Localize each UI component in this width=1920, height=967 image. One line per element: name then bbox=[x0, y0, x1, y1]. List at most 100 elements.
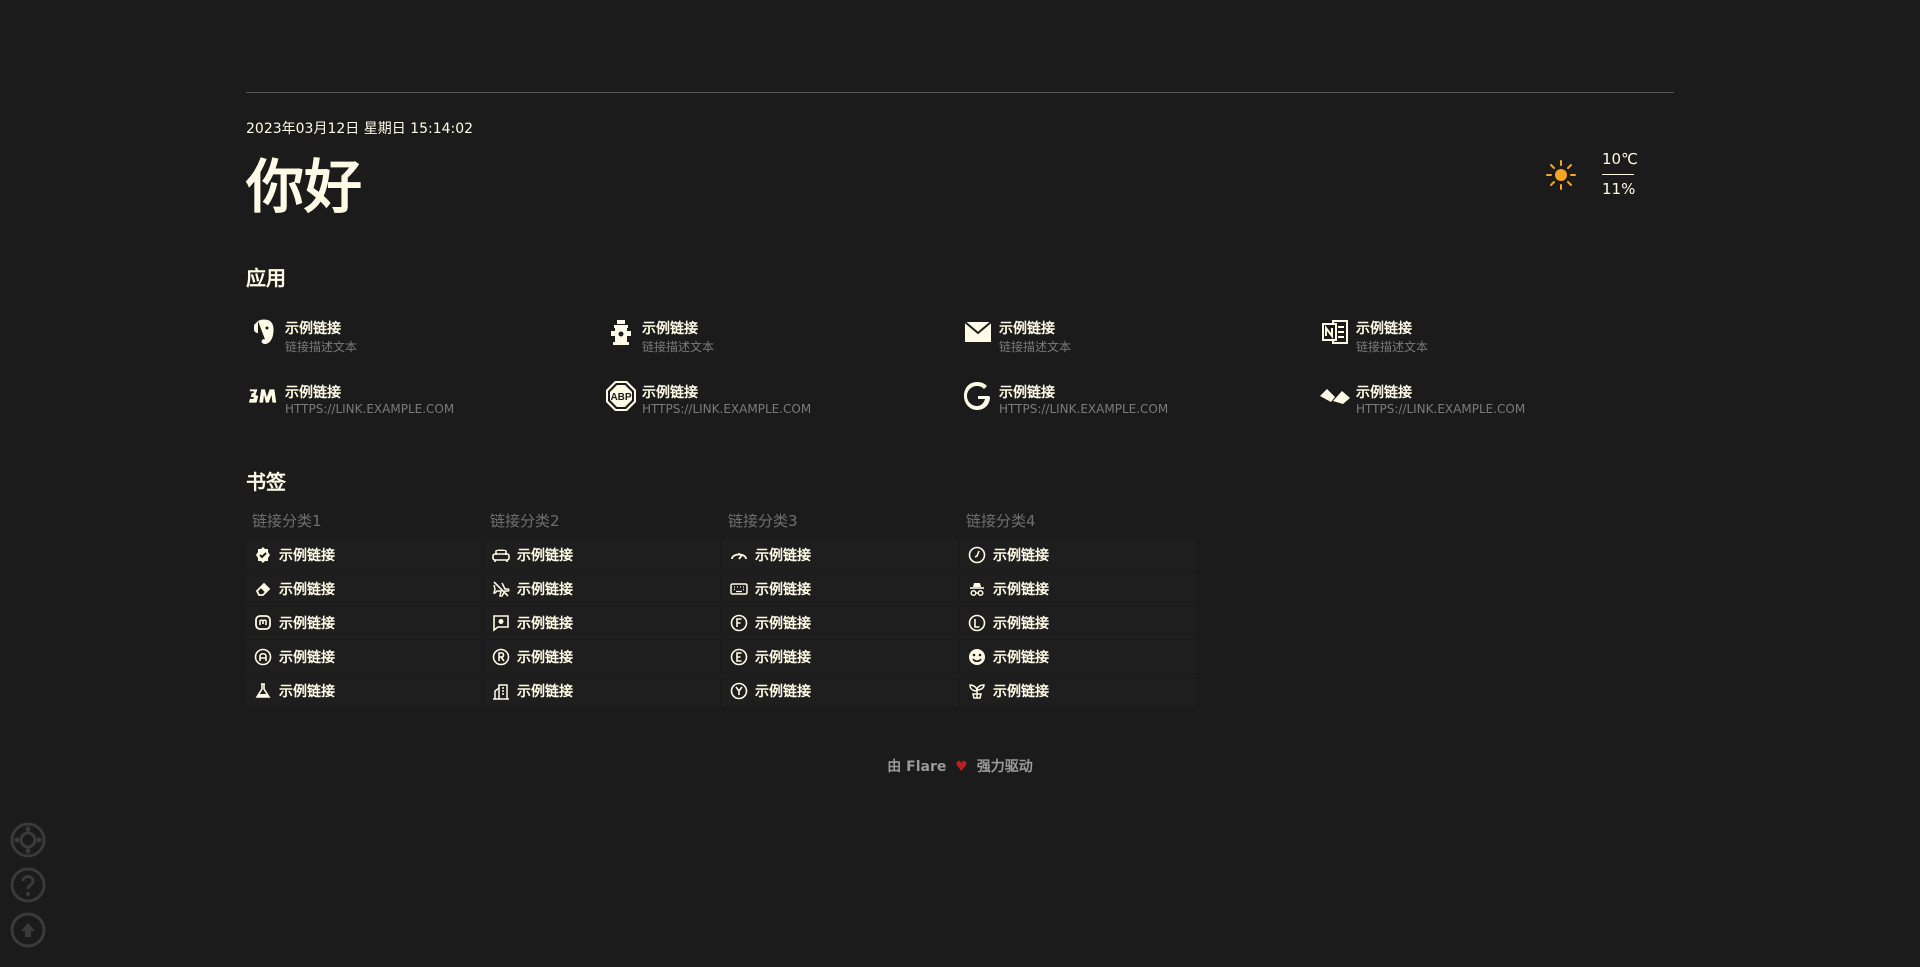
category-title: 链接分类4 bbox=[966, 512, 1036, 530]
bookmark-link[interactable]: 示例链接 bbox=[484, 572, 720, 606]
app-link[interactable]: 示例链接 HTTPS://LINK.EXAMPLE.COM bbox=[1317, 380, 1657, 424]
bookmark-link[interactable]: 示例链接 bbox=[722, 640, 958, 674]
app-name: 示例链接 bbox=[642, 385, 698, 401]
bookmark-category: 链接分类2 示例链接 示例链接 示例链接 示例链接 示例链接 bbox=[484, 508, 720, 708]
bookmark-name: 示例链接 bbox=[279, 649, 335, 666]
app-desc: HTTPS://LINK.EXAMPLE.COM bbox=[999, 402, 1169, 416]
app-name: 示例链接 bbox=[999, 385, 1055, 401]
bookmark-name: 示例链接 bbox=[755, 547, 811, 564]
evernote-icon bbox=[248, 316, 280, 348]
incognito-icon bbox=[968, 580, 986, 598]
bookmark-name: 示例链接 bbox=[517, 547, 573, 564]
bookmark-link[interactable]: 示例链接 bbox=[960, 640, 1196, 674]
footer-prefix: 由 Flare bbox=[887, 759, 947, 775]
fire-hydrant-icon bbox=[605, 316, 637, 348]
bookmark-link[interactable]: 示例链接 bbox=[722, 538, 958, 572]
bookmark-link[interactable]: 示例链接 bbox=[960, 572, 1196, 606]
bookmark-link[interactable]: 示例链接 bbox=[722, 674, 958, 708]
app-link[interactable]: 示例链接 链接描述文本 bbox=[1317, 316, 1657, 360]
category-title: 链接分类2 bbox=[490, 512, 560, 530]
app-desc: HTTPS://LINK.EXAMPLE.COM bbox=[642, 402, 812, 416]
bookmark-link[interactable]: 示例链接 bbox=[246, 640, 482, 674]
google-icon bbox=[962, 380, 994, 412]
3m-icon bbox=[248, 380, 280, 412]
bookmark-name: 示例链接 bbox=[755, 581, 811, 598]
app-link[interactable]: 示例链接 HTTPS://LINK.EXAMPLE.COM bbox=[960, 380, 1300, 424]
heart-icon: ♥ bbox=[955, 759, 968, 775]
app-name: 示例链接 bbox=[1356, 321, 1412, 337]
bookmark-name: 示例链接 bbox=[279, 581, 335, 598]
datetime: 2023年03月12日 星期日 15:14:02 bbox=[246, 121, 474, 137]
app-name: 示例链接 bbox=[642, 321, 698, 337]
bookmark-link[interactable]: 示例链接 bbox=[484, 640, 720, 674]
bookmark-link[interactable]: 示例链接 bbox=[960, 538, 1196, 572]
weather-divider bbox=[1602, 174, 1634, 175]
clock-icon bbox=[968, 546, 986, 564]
circle-e-icon bbox=[730, 648, 748, 666]
bookmark-link[interactable]: 示例链接 bbox=[246, 674, 482, 708]
bookmark-link[interactable]: 示例链接 bbox=[722, 606, 958, 640]
mail-icon bbox=[962, 316, 994, 348]
footer: 由 Flare ♥ 强力驱动 bbox=[0, 756, 1920, 776]
bookmark-name: 示例链接 bbox=[755, 683, 811, 700]
bookmark-name: 示例链接 bbox=[993, 649, 1049, 666]
temperature: 10℃ bbox=[1602, 150, 1638, 168]
app-name: 示例链接 bbox=[1356, 385, 1412, 401]
bookmark-link[interactable]: 示例链接 bbox=[960, 674, 1196, 708]
circle-a-icon bbox=[254, 648, 272, 666]
app-link[interactable]: ABP 示例链接 HTTPS://LINK.EXAMPLE.COM bbox=[603, 380, 943, 424]
app-name: 示例链接 bbox=[999, 321, 1055, 337]
footer-suffix: 强力驱动 bbox=[976, 759, 1033, 775]
plant-icon bbox=[968, 682, 986, 700]
message-report-icon bbox=[492, 614, 510, 632]
app-link[interactable]: 示例链接 链接描述文本 bbox=[246, 316, 586, 360]
app-name: 示例链接 bbox=[285, 321, 341, 337]
app-link[interactable]: 示例链接 HTTPS://LINK.EXAMPLE.COM bbox=[246, 380, 586, 424]
app-desc: 链接描述文本 bbox=[642, 340, 715, 354]
bookmark-link[interactable]: 示例链接 bbox=[484, 538, 720, 572]
bookmarks-title: 书签 bbox=[246, 470, 286, 494]
bookmark-name: 示例链接 bbox=[993, 547, 1049, 564]
building-community-icon bbox=[492, 682, 510, 700]
category-title: 链接分类1 bbox=[252, 512, 322, 530]
eraser-icon bbox=[254, 580, 272, 598]
circle-r-icon bbox=[492, 648, 510, 666]
top-divider bbox=[246, 92, 1674, 93]
bookmark-link[interactable]: 示例链接 bbox=[484, 606, 720, 640]
bookmark-name: 示例链接 bbox=[279, 615, 335, 632]
app-link[interactable]: 示例链接 链接描述文本 bbox=[960, 316, 1300, 360]
gauge-icon bbox=[730, 546, 748, 564]
scroll-top-button[interactable] bbox=[10, 912, 46, 948]
keyboard-icon bbox=[730, 580, 748, 598]
bookmark-name: 示例链接 bbox=[993, 615, 1049, 632]
bookmark-link[interactable]: 示例链接 bbox=[484, 674, 720, 708]
bookmark-name: 示例链接 bbox=[517, 615, 573, 632]
app-link[interactable]: 示例链接 链接描述文本 bbox=[603, 316, 943, 360]
app-desc: 链接描述文本 bbox=[1356, 340, 1429, 354]
bookmark-link[interactable]: 示例链接 bbox=[960, 606, 1196, 640]
help-icon bbox=[10, 867, 46, 903]
arrow-up-icon bbox=[10, 912, 46, 948]
bookmark-link[interactable]: 示例链接 bbox=[246, 572, 482, 606]
bookmark-link[interactable]: 示例链接 bbox=[246, 606, 482, 640]
help-button[interactable] bbox=[10, 867, 46, 903]
app-desc: 链接描述文本 bbox=[999, 340, 1072, 354]
app-desc: HTTPS://LINK.EXAMPLE.COM bbox=[1356, 402, 1526, 416]
greeting: 你好 bbox=[246, 153, 363, 221]
bookmark-category: 链接分类3 示例链接 示例链接 示例链接 示例链接 示例链接 bbox=[722, 508, 958, 708]
abstract-icon bbox=[1319, 380, 1351, 412]
mastodon-icon bbox=[254, 614, 272, 632]
circle-l-icon bbox=[968, 614, 986, 632]
bookmark-name: 示例链接 bbox=[993, 581, 1049, 598]
bookmark-link[interactable]: 示例链接 bbox=[246, 538, 482, 572]
bookmark-name: 示例链接 bbox=[279, 683, 335, 700]
onenote-icon bbox=[1319, 316, 1351, 348]
bookmark-name: 示例链接 bbox=[755, 615, 811, 632]
circle-y-icon bbox=[730, 682, 748, 700]
bookmark-name: 示例链接 bbox=[517, 581, 573, 598]
bookmark-category: 链接分类4 示例链接 示例链接 示例链接 示例链接 示例链接 bbox=[960, 508, 1196, 708]
plane-off-icon bbox=[492, 580, 510, 598]
bookmark-name: 示例链接 bbox=[517, 683, 573, 700]
bookmark-link[interactable]: 示例链接 bbox=[722, 572, 958, 606]
settings-button[interactable] bbox=[10, 822, 46, 858]
